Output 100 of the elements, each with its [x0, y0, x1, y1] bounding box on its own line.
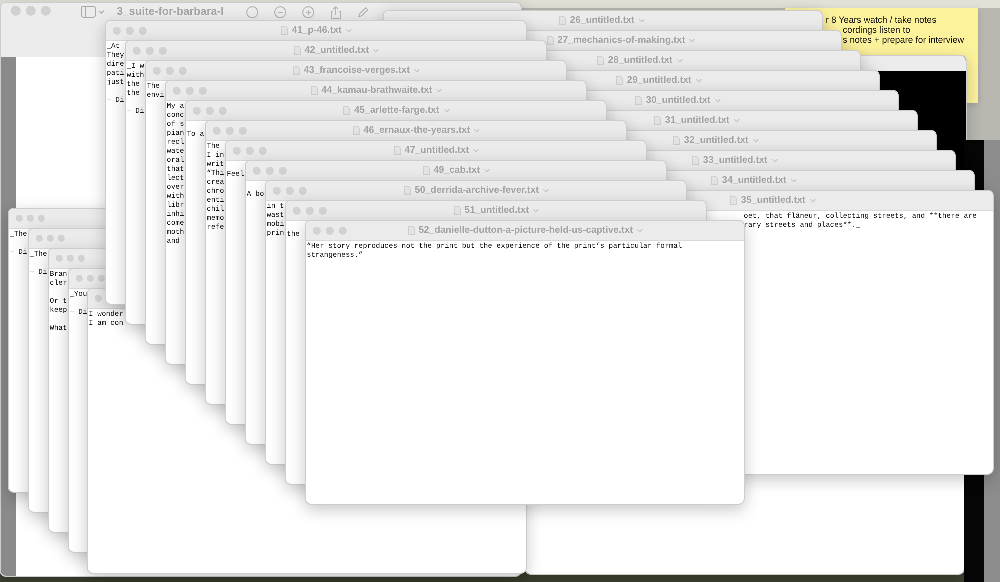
document-icon	[597, 56, 604, 65]
minimize-button[interactable]	[186, 86, 194, 94]
chevron-icon[interactable]	[637, 228, 644, 232]
chevron-icon[interactable]	[543, 188, 550, 192]
chevron-icon[interactable]	[436, 88, 442, 92]
minimize-button[interactable]	[166, 66, 174, 74]
document-icon	[404, 186, 411, 195]
document-icon	[343, 106, 350, 115]
chevron-icon[interactable]	[810, 198, 816, 202]
chevron-icon[interactable]	[689, 38, 696, 42]
minimize-button[interactable]	[126, 26, 134, 34]
minimize-button[interactable]	[226, 126, 234, 134]
chevron-icon[interactable]	[696, 78, 702, 82]
zoom-button[interactable]	[299, 186, 307, 194]
window-title: 41_p-46.txt	[292, 25, 342, 36]
close-button[interactable]	[16, 215, 23, 222]
minimize-button[interactable]	[67, 255, 74, 262]
close-button[interactable]	[11, 6, 21, 16]
note-text: cordings listen to	[843, 25, 911, 35]
document-icon	[408, 226, 415, 235]
minimize-button[interactable]	[246, 146, 254, 154]
close-button[interactable]	[313, 226, 321, 234]
chevron-icon[interactable]	[790, 178, 797, 182]
zoom-button[interactable]	[259, 146, 267, 154]
zoom-button[interactable]	[319, 206, 327, 214]
close-button[interactable]	[113, 26, 121, 34]
zoom-button[interactable]	[199, 86, 207, 94]
share-icon[interactable]	[330, 6, 342, 20]
zoom-button[interactable]	[339, 226, 347, 234]
document-icon	[654, 116, 662, 125]
zoom-button[interactable]	[139, 26, 147, 34]
zoom-button[interactable]	[219, 106, 227, 114]
zoom-button[interactable]	[41, 6, 51, 16]
zoom-button[interactable]	[98, 275, 105, 282]
window-title: 29_untitled.txt	[627, 75, 692, 86]
close-button[interactable]	[213, 126, 221, 134]
minimize-button[interactable]	[87, 275, 94, 282]
zoom-button[interactable]	[159, 46, 167, 54]
chevron-icon[interactable]	[752, 138, 759, 142]
window-title: 26_untitled.txt	[570, 15, 635, 26]
document-icon	[711, 176, 718, 185]
document-icon	[730, 196, 738, 205]
document-icon	[635, 96, 642, 105]
minimize-button[interactable]	[146, 46, 154, 54]
zoom-button[interactable]	[279, 166, 287, 174]
close-button[interactable]	[56, 255, 63, 262]
minimize-button[interactable]	[206, 106, 214, 114]
chevron-icon[interactable]	[638, 18, 645, 22]
close-button[interactable]	[293, 206, 301, 214]
minimize-button[interactable]	[47, 235, 54, 242]
chevron-icon[interactable]	[373, 48, 380, 52]
plus-circle-icon[interactable]	[302, 6, 315, 19]
window-title: 43_francoise-verges.txt	[304, 65, 410, 76]
chevron-icon[interactable]	[772, 158, 778, 162]
chevron-icon[interactable]	[473, 148, 480, 152]
minimize-button[interactable]	[266, 166, 274, 174]
zoom-button[interactable]	[38, 215, 45, 222]
zoom-button[interactable]	[239, 126, 247, 134]
close-button[interactable]	[233, 146, 241, 154]
chevron-icon[interactable]	[444, 108, 450, 112]
close-button[interactable]	[193, 106, 201, 114]
chevron-icon[interactable]	[474, 128, 480, 132]
chevron-icon[interactable]	[714, 98, 721, 102]
document-icon	[454, 206, 461, 215]
chevron-icon[interactable]	[346, 28, 352, 32]
zoom-button[interactable]	[78, 255, 85, 262]
minimize-button[interactable]	[26, 6, 36, 16]
window-title: 33_untitled.txt	[703, 155, 768, 166]
chevron-icon[interactable]	[533, 208, 540, 212]
chevron-icon[interactable]	[414, 68, 420, 72]
window-title: 45_arlette-farge.txt	[354, 105, 440, 116]
document-icon	[692, 156, 700, 165]
close-button[interactable]	[133, 46, 141, 54]
pencil-icon[interactable]	[356, 6, 370, 19]
close-button[interactable]	[76, 275, 83, 282]
chevron-icon[interactable]	[734, 118, 740, 122]
minimize-button[interactable]	[306, 206, 314, 214]
close-button[interactable]	[173, 86, 181, 94]
document-icon	[294, 46, 301, 55]
minimize-button[interactable]	[27, 215, 34, 222]
window-title: 42_untitled.txt	[304, 45, 370, 56]
close-button[interactable]	[253, 166, 261, 174]
window-title: 46_ernaux-the-years.txt	[364, 125, 470, 136]
document-icon	[616, 76, 624, 85]
close-button[interactable]	[95, 295, 102, 302]
chevron-icon[interactable]	[676, 58, 683, 62]
chevron-icon[interactable]	[484, 168, 490, 172]
zoom-button[interactable]	[179, 66, 187, 74]
minimize-button[interactable]	[326, 226, 334, 234]
zoom-button[interactable]	[58, 235, 65, 242]
window-title: 34_untitled.txt	[722, 175, 787, 186]
minus-circle-icon[interactable]	[274, 6, 287, 19]
circle-icon[interactable]	[246, 6, 259, 19]
close-button[interactable]	[36, 235, 43, 242]
window-title: 31_untitled.txt	[665, 115, 730, 126]
close-button[interactable]	[153, 66, 161, 74]
minimize-button[interactable]	[286, 186, 294, 194]
close-button[interactable]	[273, 186, 281, 194]
sidebar-icon[interactable]	[81, 6, 105, 18]
document-icon	[292, 66, 300, 75]
